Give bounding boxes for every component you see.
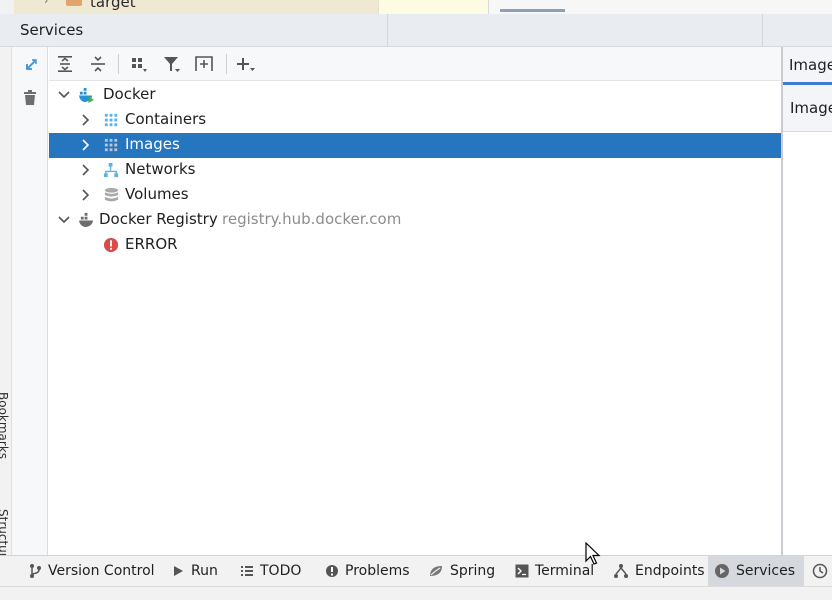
tab-problems[interactable]: Problems [319,556,416,586]
toolbar-separator [118,54,119,74]
tab-overflow[interactable] [808,556,832,586]
toolbar-separator [226,54,227,74]
tab-label: Endpoints [635,563,705,579]
networks-icon [103,162,119,178]
details-pane: Image Image [781,47,832,555]
details-tab-label: Image [789,56,832,74]
chevron-right-icon[interactable] [78,138,92,152]
expand-all-icon[interactable] [54,54,76,74]
delete-icon[interactable] [21,89,39,107]
docker-registry-icon [78,212,94,228]
images-label: Images [125,135,180,153]
services-title: Services [20,21,84,39]
docker-label: Docker [103,85,156,103]
folder-icon [66,0,82,6]
collapse-panel-icon[interactable] [21,57,39,75]
services-header: Services [0,14,832,47]
bookmarks-stripe-button[interactable]: Bookmarks [0,392,10,459]
mouse-cursor-icon [585,542,601,565]
add-icon[interactable] [235,54,257,74]
chevron-right-icon[interactable] [78,188,92,202]
registry-url: registry.hub.docker.com [222,210,402,228]
chevron-down-icon[interactable] [57,88,71,102]
chevron-right-icon[interactable]: › [44,0,48,7]
overflow-tool-icon [812,563,828,579]
volumes-icon [104,187,119,202]
networks-label: Networks [125,160,196,178]
new-service-icon[interactable] [193,54,215,74]
top-editor-strip: › target [0,0,832,14]
tab-todo[interactable]: TODO [234,556,307,586]
branch-icon [30,564,41,578]
tab-label: Run [191,563,218,579]
collapse-all-icon[interactable] [87,54,109,74]
editor-gutter-strip [378,0,488,14]
filter-icon[interactable] [161,54,183,74]
containers-icon [104,113,118,127]
services-icon [715,564,729,578]
details-tab-image[interactable]: Image [783,47,832,85]
tool-window-bar: Version Control Run TODO Problems Spring… [0,555,832,586]
images-icon [104,138,118,152]
tree-node-containers[interactable]: Containers [49,108,781,133]
containers-label: Containers [125,110,207,128]
tab-label: TODO [260,563,302,579]
tab-endpoints[interactable]: Endpoints [607,556,711,586]
tree-node-error[interactable]: ERROR [49,233,781,258]
services-side-toolbar [12,47,48,555]
spring-leaf-icon [430,566,442,576]
chevron-right-icon[interactable] [78,113,92,127]
status-bar [0,586,832,600]
volumes-label: Volumes [125,185,189,203]
docker-icon [78,87,95,104]
details-column-header[interactable]: Image [783,85,832,132]
tab-label: Services [736,563,796,579]
tab-services[interactable]: Services [708,556,804,586]
tree-node-volumes[interactable]: Volumes [49,183,781,208]
services-toolbar [49,47,781,81]
tree-node-networks[interactable]: Networks [49,158,781,183]
tab-spring[interactable]: Spring [422,556,501,586]
problems-icon [326,565,338,577]
docker-registry-label: Docker Registry [99,210,218,228]
tree-node-docker[interactable]: Docker [49,83,781,108]
details-column-label: Image [790,99,832,117]
services-tree: Docker Containers Images Networks Volume… [49,81,781,555]
chevron-down-icon[interactable] [57,213,71,227]
tab-run[interactable]: Run [165,556,224,586]
error-icon [103,237,119,253]
header-divider [387,14,388,47]
error-label: ERROR [125,235,178,253]
tree-node-docker-registry[interactable]: Docker Registry registry.hub.docker.com [49,208,781,233]
group-services-icon[interactable] [129,54,151,74]
tab-label: Version Control [48,563,155,579]
tab-label: Spring [450,563,496,579]
tab-label: Problems [345,563,410,579]
endpoints-icon [614,564,628,578]
tree-node-images[interactable]: Images [49,133,781,158]
tab-version-control[interactable]: Version Control [22,556,161,586]
left-tool-stripe: Bookmarks Structure [0,47,12,565]
todo-list-icon [241,566,253,576]
folder-label-target[interactable]: target [90,0,136,11]
chevron-right-icon[interactable] [78,163,92,177]
editor-tab-indicator [500,9,565,12]
terminal-icon [515,564,529,578]
run-icon [174,566,183,576]
header-divider [762,14,763,47]
